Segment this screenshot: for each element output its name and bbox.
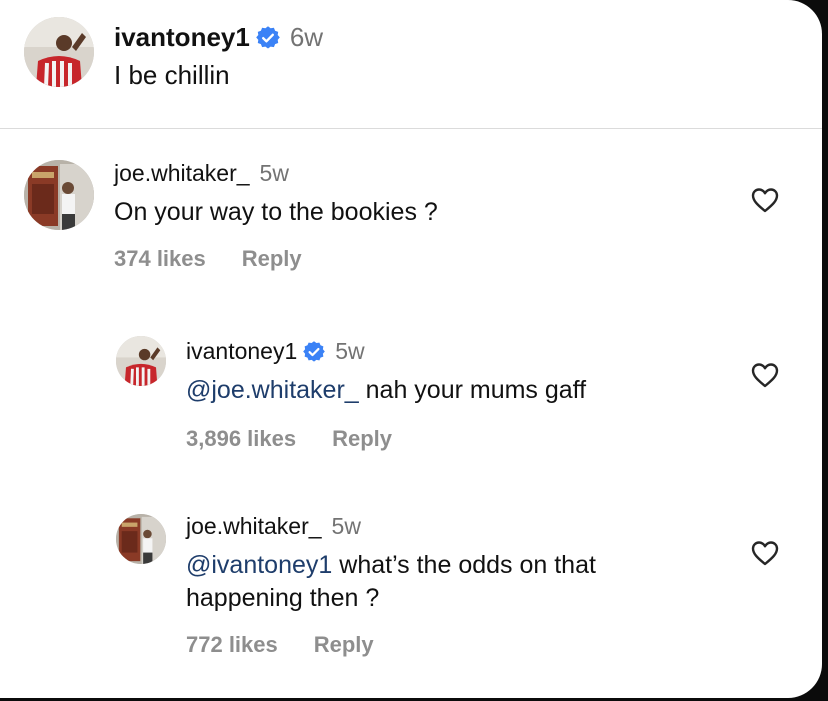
verified-badge-icon — [256, 25, 280, 50]
comment-meta: 3,896 likes Reply — [186, 426, 392, 452]
heart-icon[interactable] — [751, 362, 779, 388]
verified-badge-icon — [303, 340, 326, 363]
caption-username[interactable]: ivantoney1 — [114, 22, 250, 53]
reply-button[interactable]: Reply — [242, 246, 302, 272]
avatar[interactable] — [24, 160, 94, 230]
comment-meta: 374 likes Reply — [114, 246, 302, 272]
caption-text: I be chillin — [114, 60, 230, 90]
avatar[interactable] — [24, 17, 94, 87]
heart-icon[interactable] — [751, 540, 779, 566]
heart-icon[interactable] — [751, 187, 779, 213]
comment-text-line2: happening then ? — [186, 584, 380, 612]
likes-count[interactable]: 772 likes — [186, 632, 278, 658]
avatar-image — [24, 17, 94, 87]
avatar-image — [116, 336, 166, 386]
comment-username[interactable]: joe.whitaker_ — [186, 513, 322, 540]
comment-text: @ivantoney1 what’s the odds on that — [186, 551, 596, 580]
likes-count[interactable]: 3,896 likes — [186, 426, 296, 452]
comment-meta: 772 likes Reply — [186, 632, 374, 658]
comment-username[interactable]: joe.whitaker_ — [114, 160, 250, 187]
likes-count[interactable]: 374 likes — [114, 246, 206, 272]
avatar-image — [24, 160, 94, 230]
caption-time: 6w — [289, 22, 324, 52]
comment-text: @joe.whitaker_ nah your mums gaff — [186, 376, 586, 405]
comments-sheet: ivantoney1 6w I be chillin joe.whitaker_… — [0, 0, 822, 698]
divider — [0, 128, 822, 129]
comment-text: On your way to the bookies ? — [114, 198, 438, 226]
avatar[interactable] — [116, 336, 166, 386]
avatar[interactable] — [116, 514, 166, 564]
reply-button[interactable]: Reply — [314, 632, 374, 658]
comment-time: 5w — [335, 338, 365, 364]
comment-body: nah your mums gaff — [358, 376, 587, 404]
comment-body: what’s the odds on that — [332, 551, 596, 579]
post-caption: ivantoney1 6w I be chillin — [0, 0, 822, 128]
reply-button[interactable]: Reply — [332, 426, 392, 452]
mention-link[interactable]: @ivantoney1 — [186, 551, 332, 579]
mention-link[interactable]: @joe.whitaker_ — [186, 376, 359, 404]
comment-time: 5w — [331, 513, 361, 539]
comment-time: 5w — [259, 160, 289, 186]
comment-username[interactable]: ivantoney1 — [186, 338, 297, 365]
avatar-image — [116, 514, 166, 564]
